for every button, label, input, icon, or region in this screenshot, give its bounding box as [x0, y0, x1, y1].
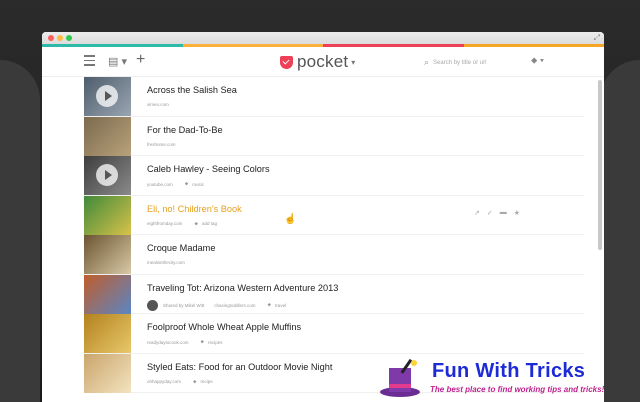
list-item[interactable]: Eli, no! Children's Book eightfromday.com…	[84, 195, 584, 235]
fullscreen-icon[interactable]: ⤢	[594, 33, 600, 43]
chevron-down-icon[interactable]: ▾	[351, 58, 355, 67]
item-tag[interactable]: ⬥ recipe	[193, 379, 213, 385]
item-thumbnail[interactable]	[84, 156, 131, 195]
tag-icon: ⬥	[194, 220, 198, 227]
item-thumbnail[interactable]	[84, 116, 131, 156]
item-title[interactable]: Croque Madame	[147, 243, 215, 253]
search-placeholder[interactable]: Search by title or url	[433, 60, 486, 66]
list-item[interactable]: Caleb Hawley - Seeing Colors youtube.com ⬥…	[84, 156, 584, 196]
item-thumbnail[interactable]	[84, 274, 131, 314]
item-meta: vimeo.com	[147, 102, 169, 107]
app-toolbar: ▤ ▾ + pocket ▾ ⌕ Search by title or url …	[42, 47, 604, 77]
item-tag-label: music	[192, 181, 205, 187]
item-tag-label: recipe	[200, 379, 213, 384]
item-tag[interactable]: ⬥ music	[185, 181, 204, 187]
watermark-title: Fun With Tricks	[432, 360, 586, 382]
tag-icon: ⬥	[184, 181, 189, 187]
hand-cursor-icon: ☝	[284, 213, 297, 225]
close-window-button[interactable]	[48, 35, 54, 41]
logo-text: pocket	[297, 52, 349, 71]
item-tag[interactable]: ⬥ add tag	[194, 221, 217, 227]
item-title[interactable]: Styled Eats: Food for an Outdoor Movie N…	[147, 362, 332, 372]
monitor-edge-left	[0, 60, 40, 402]
avatar	[147, 299, 158, 311]
pocket-logo[interactable]: pocket ▾	[280, 52, 355, 72]
item-domain: youtube.com	[147, 181, 173, 187]
play-icon[interactable]	[96, 85, 118, 107]
item-title[interactable]: Caleb Hawley - Seeing Colors	[147, 164, 270, 174]
item-meta: readydaytocook.com ⬥ recipes	[147, 339, 223, 345]
item-tag-label: travel	[275, 302, 287, 308]
tag-icon: ⬥	[267, 302, 272, 308]
item-domain: mealsinthecity.com	[147, 260, 185, 265]
item-domain: eightfromday.com	[147, 221, 183, 226]
tag-icon: ⬥	[200, 339, 205, 345]
item-domain: vimeo.com	[147, 102, 169, 107]
minimize-window-button[interactable]	[57, 35, 63, 41]
item-title[interactable]: Across the Salish Sea	[147, 85, 237, 95]
item-meta: Shared by Mikel Witt chasingtoddlers.com ⬥…	[147, 299, 287, 311]
item-thumbnail[interactable]	[84, 235, 131, 274]
view-toggle-icon[interactable]: ▤ ▾	[108, 55, 127, 68]
item-tag-label: recipes	[208, 339, 223, 345]
zoom-window-button[interactable]	[66, 35, 72, 41]
browser-window: ⤢ ▤ ▾ + pocket ▾ ⌕ Search by title or ur…	[42, 32, 604, 402]
item-thumbnail[interactable]	[84, 314, 131, 353]
item-meta: youtube.com ⬥ music	[147, 181, 204, 187]
play-icon[interactable]	[96, 164, 118, 186]
item-tag[interactable]: ⬥ recipes	[201, 339, 223, 345]
tag-icon: ⬥	[192, 378, 197, 385]
watermark-subtitle: The best place to find working tips and …	[430, 385, 605, 394]
item-actions: ↗ ✓ ▬ ★	[474, 209, 520, 217]
saved-items-list: Across the Salish Sea vimeo.com For the Da…	[84, 77, 584, 393]
shared-by-label: Shared by Mikel Witt	[163, 302, 205, 308]
archive-check-icon[interactable]: ✓	[487, 209, 493, 217]
item-meta: ohhappyday.com ⬥ recipe	[147, 379, 213, 385]
menu-icon[interactable]	[84, 55, 95, 66]
scrollbar[interactable]	[598, 80, 602, 250]
item-title[interactable]: Traveling Tot: Arizona Western Adventure…	[147, 283, 338, 293]
search-box[interactable]: ⌕ Search by title or url	[424, 57, 486, 68]
item-domain: chasingtoddlers.com	[214, 302, 256, 308]
list-item[interactable]: Croque Madame mealsinthecity.com	[84, 235, 584, 275]
pocket-logo-icon	[280, 55, 293, 69]
item-thumbnail[interactable]	[84, 77, 131, 116]
list-item[interactable]: Across the Salish Sea vimeo.com	[84, 77, 584, 117]
item-thumbnail[interactable]	[84, 195, 131, 235]
item-meta: eightfromday.com ⬥ add tag	[147, 221, 217, 227]
item-domain: freshome.com	[147, 141, 176, 147]
item-meta: freshome.com	[147, 142, 176, 147]
monitor-edge-right	[600, 60, 640, 402]
item-title[interactable]: Foolproof Whole Wheat Apple Muffins	[147, 322, 301, 332]
item-domain: readydaytocook.com	[147, 339, 189, 345]
share-icon[interactable]: ↗	[474, 209, 480, 217]
add-item-button[interactable]: +	[136, 51, 145, 69]
tag-filter-icon[interactable]: ⬥ ▾	[531, 55, 544, 66]
list-item[interactable]: For the Dad-To-Be freshome.com	[84, 116, 584, 156]
watermark: Fun With Tricks The best place to find w…	[370, 354, 606, 402]
list-item[interactable]: Foolproof Whole Wheat Apple Muffins ready…	[84, 314, 584, 354]
magic-hat-icon	[380, 358, 420, 397]
favorite-star-icon[interactable]: ★	[514, 209, 520, 217]
item-domain: ohhappyday.com	[147, 379, 181, 384]
item-title[interactable]: Eli, no! Children's Book	[147, 204, 242, 214]
search-icon: ⌕	[424, 57, 430, 67]
delete-icon[interactable]: ▬	[500, 209, 507, 217]
list-item[interactable]: Traveling Tot: Arizona Western Adventure…	[84, 274, 584, 314]
item-thumbnail[interactable]	[84, 353, 131, 393]
item-tag[interactable]: ⬥ travel	[268, 302, 287, 308]
item-meta: mealsinthecity.com	[147, 260, 185, 265]
item-tag-label: add tag	[201, 221, 217, 226]
window-titlebar: ⤢	[42, 32, 604, 44]
item-title[interactable]: For the Dad-To-Be	[147, 125, 223, 135]
